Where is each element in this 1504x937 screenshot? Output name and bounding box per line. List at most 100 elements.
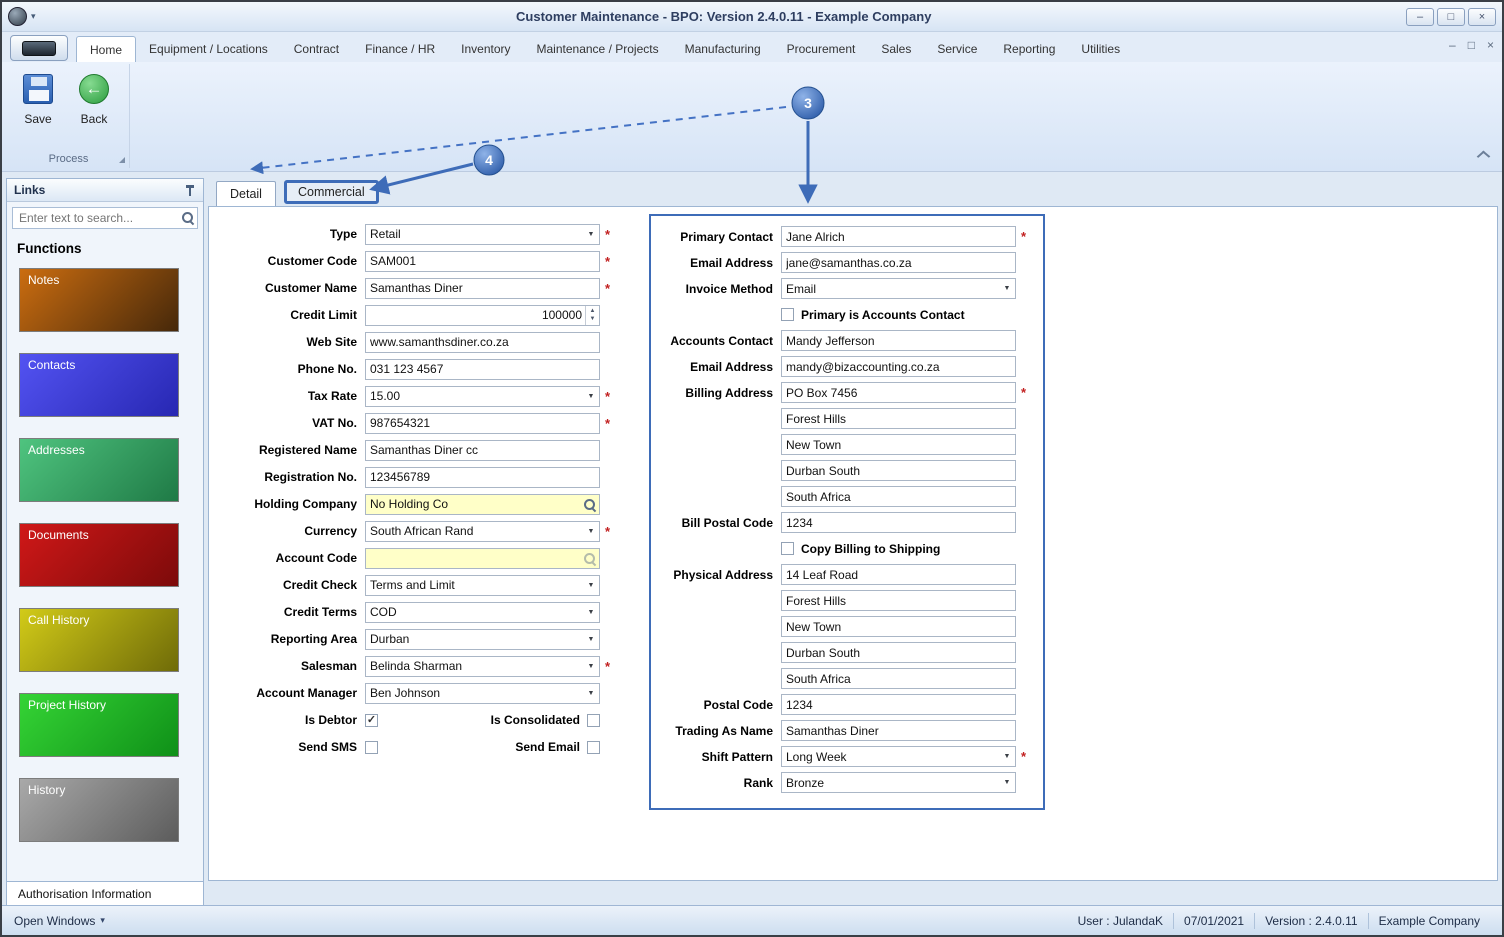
- ribbon-tab-home[interactable]: Home: [76, 36, 137, 62]
- ribbon-tab-reporting[interactable]: Reporting: [990, 36, 1068, 62]
- ribbon-tab-procurement[interactable]: Procurement: [774, 36, 869, 62]
- accounts-email-field[interactable]: mandy@bizaccounting.co.za: [781, 356, 1016, 377]
- authorisation-information-tab[interactable]: Authorisation Information: [7, 881, 203, 905]
- mdi-minimize-icon[interactable]: –: [1449, 38, 1456, 52]
- physical-address-3-field[interactable]: New Town: [781, 616, 1016, 637]
- primary-email-field[interactable]: jane@samanthas.co.za: [781, 252, 1016, 273]
- close-button[interactable]: ×: [1468, 7, 1496, 26]
- search-icon[interactable]: [181, 211, 194, 224]
- phone-no-label: Phone No.: [297, 362, 357, 376]
- invoice-method-dropdown-icon[interactable]: ▼: [999, 285, 1015, 292]
- is-debtor-checkbox[interactable]: ✓: [365, 713, 378, 727]
- shift-pattern-dropdown-icon[interactable]: ▼: [999, 753, 1015, 760]
- app-icon[interactable]: [8, 7, 27, 26]
- copy-billing-to-shipping-checkbox[interactable]: [781, 542, 794, 555]
- primary-contact-field[interactable]: Jane Alrich: [781, 226, 1016, 247]
- account-code-field[interactable]: [365, 547, 600, 569]
- quick-access-caret-icon[interactable]: ▾: [31, 11, 36, 22]
- tax-rate-dropdown-icon[interactable]: ▼: [583, 393, 599, 400]
- function-project-history[interactable]: Project History: [19, 693, 179, 757]
- registration-no-field[interactable]: 123456789: [365, 466, 600, 488]
- invoice-method-field[interactable]: Email ▼: [781, 278, 1016, 299]
- back-button[interactable]: ← Back: [68, 70, 120, 126]
- phone-no-field[interactable]: 031 123 4567: [365, 358, 600, 380]
- salesman-dropdown-icon[interactable]: ▼: [583, 663, 599, 670]
- account-code-search-icon[interactable]: [583, 552, 596, 565]
- ribbon-tab-utilities[interactable]: Utilities: [1068, 36, 1133, 62]
- credit-check-dropdown-icon[interactable]: ▼: [583, 582, 599, 589]
- account-manager-dropdown-icon[interactable]: ▼: [583, 690, 599, 697]
- collapse-ribbon-icon[interactable]: [1476, 150, 1491, 163]
- vat-no-field[interactable]: 987654321: [365, 412, 600, 434]
- physical-address-4-field[interactable]: Durban South: [781, 642, 1016, 663]
- customer-name-field[interactable]: Samanthas Diner: [365, 277, 600, 299]
- mdi-close-icon[interactable]: ×: [1487, 38, 1494, 52]
- credit-check-field[interactable]: Terms and Limit ▼: [365, 574, 600, 596]
- trading-as-name-field[interactable]: Samanthas Diner: [781, 720, 1016, 741]
- function-notes[interactable]: Notes: [19, 268, 179, 332]
- credit-limit-spinner[interactable]: ▲ ▼: [585, 305, 599, 325]
- reporting-area-dropdown-icon[interactable]: ▼: [583, 636, 599, 643]
- rank-field[interactable]: Bronze ▼: [781, 772, 1016, 793]
- ribbon-tab-finance-hr[interactable]: Finance / HR: [352, 36, 448, 62]
- physical-address-1-field[interactable]: 14 Leaf Road: [781, 564, 1016, 585]
- function-contacts[interactable]: Contacts: [19, 353, 179, 417]
- credit-limit-spin-up-icon[interactable]: ▲: [586, 307, 599, 315]
- credit-limit-field[interactable]: 100000 ▲ ▼: [365, 304, 600, 326]
- billing-address-5-field[interactable]: South Africa: [781, 486, 1016, 507]
- is-consolidated-checkbox[interactable]: [587, 713, 600, 727]
- ribbon-tab-sales[interactable]: Sales: [868, 36, 924, 62]
- tax-rate-field[interactable]: 15.00 ▼: [365, 385, 600, 407]
- ribbon-tab-contract[interactable]: Contract: [281, 36, 352, 62]
- currency-field[interactable]: South African Rand ▼: [365, 520, 600, 542]
- type-field[interactable]: Retail ▼: [365, 223, 600, 245]
- type-dropdown-icon[interactable]: ▼: [583, 231, 599, 238]
- send-email-checkbox[interactable]: [587, 740, 600, 754]
- customer-code-field[interactable]: SAM001: [365, 250, 600, 272]
- physical-address-2-field[interactable]: Forest Hills: [781, 590, 1016, 611]
- send-sms-checkbox[interactable]: [365, 740, 378, 754]
- maximize-button[interactable]: □: [1437, 7, 1465, 26]
- salesman-field[interactable]: Belinda Sharman ▼: [365, 655, 600, 677]
- minimize-button[interactable]: –: [1406, 7, 1434, 26]
- save-button[interactable]: Save: [12, 70, 64, 126]
- tab-detail[interactable]: Detail: [216, 181, 276, 206]
- billing-address-3-field[interactable]: New Town: [781, 434, 1016, 455]
- web-site-field[interactable]: www.samanthsdiner.co.za: [365, 331, 600, 353]
- function-call-history[interactable]: Call History: [19, 608, 179, 672]
- billing-address-4-field[interactable]: Durban South: [781, 460, 1016, 481]
- tab-commercial[interactable]: Commercial: [283, 180, 379, 204]
- credit-terms-field[interactable]: COD ▼: [365, 601, 600, 623]
- ribbon-tab-inventory[interactable]: Inventory: [448, 36, 523, 62]
- credit-terms-dropdown-icon[interactable]: ▼: [583, 609, 599, 616]
- open-windows-button[interactable]: Open Windows ▾: [14, 914, 105, 928]
- pin-icon[interactable]: [185, 184, 196, 197]
- mdi-restore-icon[interactable]: □: [1468, 38, 1475, 52]
- ribbon-tab-maintenance-projects[interactable]: Maintenance / Projects: [524, 36, 672, 62]
- holding-company-search-icon[interactable]: [583, 498, 596, 511]
- dialog-launcher-icon[interactable]: [119, 157, 125, 163]
- account-manager-field[interactable]: Ben Johnson ▼: [365, 682, 600, 704]
- bill-postal-code-field[interactable]: 1234: [781, 512, 1016, 533]
- primary-is-accounts-contact-checkbox[interactable]: [781, 308, 794, 321]
- billing-address-1-field[interactable]: PO Box 7456: [781, 382, 1016, 403]
- function-history[interactable]: History: [19, 778, 179, 842]
- function-addresses[interactable]: Addresses: [19, 438, 179, 502]
- sidebar-search-input[interactable]: [12, 207, 198, 229]
- rank-dropdown-icon[interactable]: ▼: [999, 779, 1015, 786]
- ribbon-tab-manufacturing[interactable]: Manufacturing: [672, 36, 774, 62]
- currency-dropdown-icon[interactable]: ▼: [583, 528, 599, 535]
- accounts-contact-field[interactable]: Mandy Jefferson: [781, 330, 1016, 351]
- credit-limit-spin-down-icon[interactable]: ▼: [586, 315, 599, 323]
- application-menu-button[interactable]: [10, 35, 68, 61]
- shift-pattern-field[interactable]: Long Week ▼: [781, 746, 1016, 767]
- postal-code-field[interactable]: 1234: [781, 694, 1016, 715]
- reporting-area-field[interactable]: Durban ▼: [365, 628, 600, 650]
- ribbon-tab-equipment-locations[interactable]: Equipment / Locations: [136, 36, 281, 62]
- registered-name-field[interactable]: Samanthas Diner cc: [365, 439, 600, 461]
- holding-company-field[interactable]: No Holding Co: [365, 493, 600, 515]
- physical-address-5-field[interactable]: South Africa: [781, 668, 1016, 689]
- function-documents[interactable]: Documents: [19, 523, 179, 587]
- billing-address-2-field[interactable]: Forest Hills: [781, 408, 1016, 429]
- ribbon-tab-service[interactable]: Service: [924, 36, 990, 62]
